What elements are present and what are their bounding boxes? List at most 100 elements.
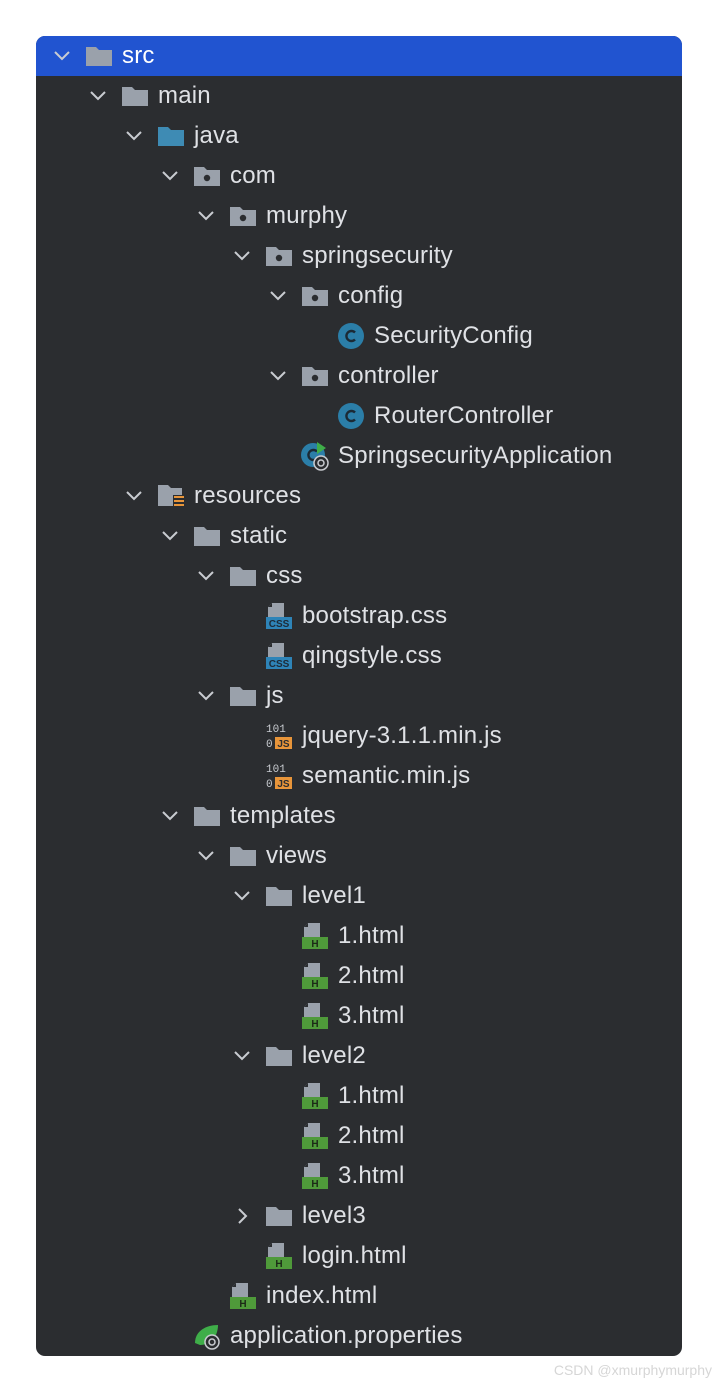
tree-item-label: 3.html: [338, 1002, 405, 1029]
folder-blue-icon: [156, 122, 186, 150]
folder-resources-icon: [156, 482, 186, 510]
tree-item-controller[interactable]: controller: [36, 356, 682, 396]
folder-gray-icon: [264, 1042, 294, 1070]
tree-item-label: templates: [230, 802, 336, 829]
chevron-down-icon[interactable]: [228, 242, 256, 270]
tree-item-label: index.html: [266, 1282, 378, 1309]
tree-item-label: controller: [338, 362, 439, 389]
tree-item-label: level1: [302, 882, 366, 909]
chevron-down-icon[interactable]: [48, 42, 76, 70]
package-icon: [300, 282, 330, 310]
tree-item-3-html[interactable]: H 3.html: [36, 996, 682, 1036]
tree-item-label: RouterController: [374, 402, 554, 429]
svg-text:H: H: [311, 1019, 318, 1030]
tree-item-views[interactable]: views: [36, 836, 682, 876]
package-icon: [264, 242, 294, 270]
folder-gray-icon: [228, 842, 258, 870]
chevron-down-icon[interactable]: [192, 842, 220, 870]
svg-text:0: 0: [266, 779, 273, 791]
tree-item-static[interactable]: static: [36, 516, 682, 556]
svg-text:H: H: [311, 939, 318, 950]
tree-item-2-html[interactable]: H 2.html: [36, 956, 682, 996]
folder-gray-icon: [264, 1202, 294, 1230]
tree-item-label: views: [266, 842, 328, 869]
spring-boot-class-icon: [300, 442, 330, 471]
chevron-down-icon[interactable]: [228, 1042, 256, 1070]
tree-item-label: 2.html: [338, 1122, 405, 1149]
tree-item-templates[interactable]: templates: [36, 796, 682, 836]
svg-text:101: 101: [266, 764, 286, 776]
svg-text:H: H: [239, 1299, 246, 1310]
project-tree-panel: src main java com murphy springsecurity …: [36, 36, 682, 1356]
tree-item-index-html[interactable]: Hindex.html: [36, 1276, 682, 1316]
chevron-down-icon[interactable]: [156, 162, 184, 190]
tree-item-label: level2: [302, 1042, 366, 1069]
css-file-icon: CSS: [264, 602, 294, 630]
chevron-down-icon[interactable]: [264, 362, 292, 390]
svg-text:H: H: [311, 1139, 318, 1150]
svg-text:H: H: [311, 979, 318, 990]
tree-item-css[interactable]: css: [36, 556, 682, 596]
tree-item-main[interactable]: main: [36, 76, 682, 116]
tree-item-1-html[interactable]: H 1.html: [36, 916, 682, 956]
tree-item-label: SpringsecurityApplication: [338, 442, 613, 469]
tree-item-securityconfig[interactable]: SecurityConfig: [36, 316, 682, 356]
tree-item-murphy[interactable]: murphy: [36, 196, 682, 236]
tree-item-springsecurity[interactable]: springsecurity: [36, 236, 682, 276]
tree-item-jquery-3-1-1-min-js[interactable]: 101 0 JS jquery-3.1.1.min.js: [36, 716, 682, 756]
tree-item-label: com: [230, 162, 276, 189]
tree-item-resources[interactable]: resources: [36, 476, 682, 516]
tree-item-3-html[interactable]: H 3.html: [36, 1156, 682, 1196]
tree-item-label: login.html: [302, 1242, 407, 1269]
tree-item-login-html[interactable]: Hlogin.html: [36, 1236, 682, 1276]
chevron-down-icon[interactable]: [192, 682, 220, 710]
html-file-icon: H: [300, 1082, 330, 1110]
package-icon: [192, 162, 222, 190]
tree-item-label: SecurityConfig: [374, 322, 533, 349]
html-file-icon: H: [300, 1002, 330, 1030]
svg-text:CSS: CSS: [269, 659, 290, 670]
tree-item-label: qingstyle.css: [302, 642, 442, 669]
tree-item-application-properties[interactable]: application.properties: [36, 1316, 682, 1356]
folder-gray-icon: [192, 802, 222, 830]
svg-text:H: H: [311, 1099, 318, 1110]
chevron-down-icon[interactable]: [192, 562, 220, 590]
class-icon: [336, 322, 366, 350]
css-file-icon: CSS: [264, 642, 294, 670]
svg-text:JS: JS: [277, 779, 290, 790]
chevron-down-icon[interactable]: [156, 522, 184, 550]
tree-item-1-html[interactable]: H 1.html: [36, 1076, 682, 1116]
tree-item-com[interactable]: com: [36, 156, 682, 196]
tree-item-js[interactable]: js: [36, 676, 682, 716]
tree-item-routercontroller[interactable]: RouterController: [36, 396, 682, 436]
folder-gray-icon: [264, 882, 294, 910]
tree-item-level1[interactable]: level1: [36, 876, 682, 916]
tree-item-config[interactable]: config: [36, 276, 682, 316]
chevron-down-icon[interactable]: [228, 882, 256, 910]
js-min-file-icon: 101 0 JS: [264, 762, 294, 791]
chevron-down-icon[interactable]: [120, 482, 148, 510]
tree-item-semantic-min-js[interactable]: 101 0 JS semantic.min.js: [36, 756, 682, 796]
tree-item-level2[interactable]: level2: [36, 1036, 682, 1076]
chevron-down-icon[interactable]: [84, 82, 112, 110]
chevron-right-icon[interactable]: [228, 1202, 256, 1230]
tree-item-java[interactable]: java: [36, 116, 682, 156]
tree-item-label: css: [266, 562, 303, 589]
tree-item-src[interactable]: src: [36, 36, 682, 76]
tree-item-springsecurityapplication[interactable]: SpringsecurityApplication: [36, 436, 682, 476]
folder-gray-icon: [228, 682, 258, 710]
chevron-down-icon[interactable]: [192, 202, 220, 230]
tree-item-label: 3.html: [338, 1162, 405, 1189]
chevron-down-icon[interactable]: [156, 802, 184, 830]
tree-item-label: config: [338, 282, 404, 309]
tree-item-2-html[interactable]: H 2.html: [36, 1116, 682, 1156]
tree-item-label: 1.html: [338, 1082, 405, 1109]
chevron-down-icon[interactable]: [264, 282, 292, 310]
tree-item-bootstrap-css[interactable]: CSS bootstrap.css: [36, 596, 682, 636]
tree-item-label: js: [266, 682, 284, 709]
tree-item-level3[interactable]: level3: [36, 1196, 682, 1236]
html-file-icon: H: [300, 962, 330, 990]
tree-item-qingstyle-css[interactable]: CSS qingstyle.css: [36, 636, 682, 676]
html-file-icon: H: [228, 1282, 258, 1310]
chevron-down-icon[interactable]: [120, 122, 148, 150]
